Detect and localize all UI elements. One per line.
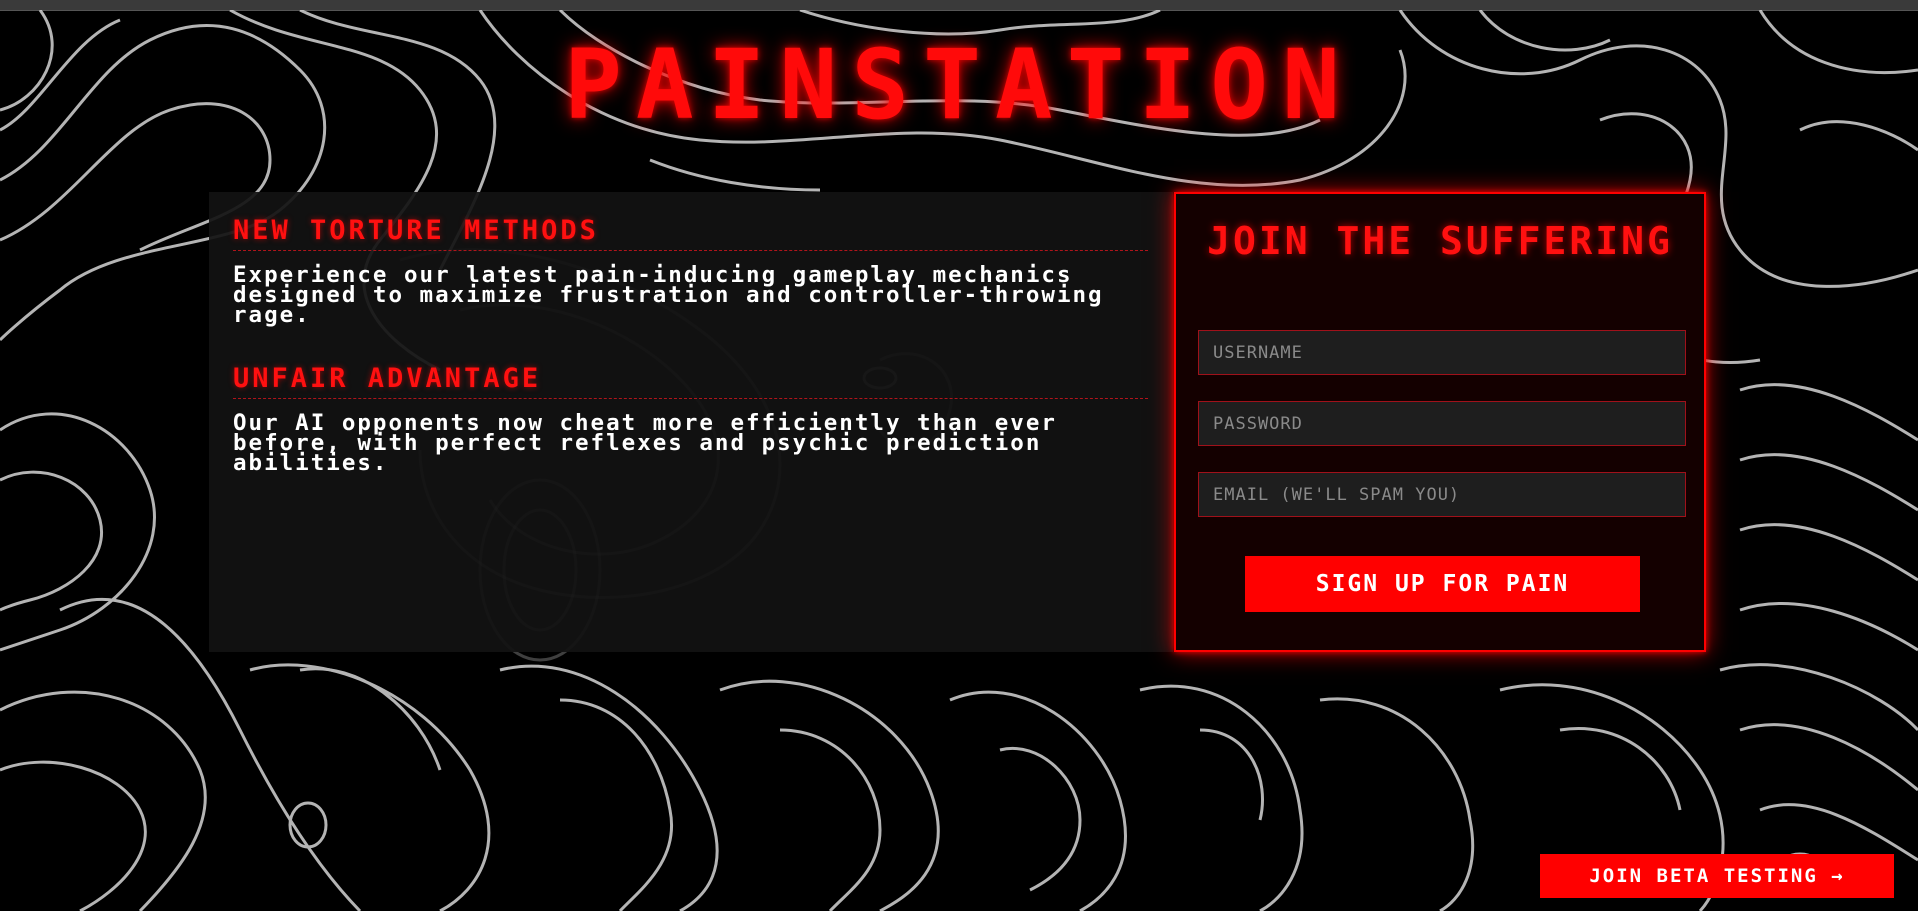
username-input[interactable] bbox=[1198, 330, 1686, 375]
password-input[interactable] bbox=[1198, 401, 1686, 446]
feature-title: UNFAIR ADVANTAGE bbox=[233, 362, 1148, 399]
site-title: PAINSTATION bbox=[564, 29, 1354, 141]
sign-up-button[interactable]: SIGN UP FOR PAIN bbox=[1245, 556, 1640, 612]
features-panel: NEW TORTURE METHODS Experience our lates… bbox=[209, 192, 1173, 652]
feature-title: NEW TORTURE METHODS bbox=[233, 214, 1148, 251]
email-input[interactable] bbox=[1198, 472, 1686, 517]
join-beta-button[interactable]: JOIN BETA TESTING → bbox=[1540, 854, 1894, 898]
feature-description: Our AI opponents now cheat more efficien… bbox=[233, 410, 1057, 476]
signup-heading: JOIN THE SUFFERING bbox=[1207, 219, 1673, 263]
feature-torture-methods: NEW TORTURE METHODS Experience our lates… bbox=[233, 214, 1148, 328]
signup-form-panel: JOIN THE SUFFERING SIGN UP FOR PAIN bbox=[1174, 192, 1706, 652]
feature-unfair-advantage: UNFAIR ADVANTAGE Our AI opponents now ch… bbox=[233, 362, 1148, 476]
feature-description: Experience our latest pain-inducing game… bbox=[233, 262, 1104, 328]
